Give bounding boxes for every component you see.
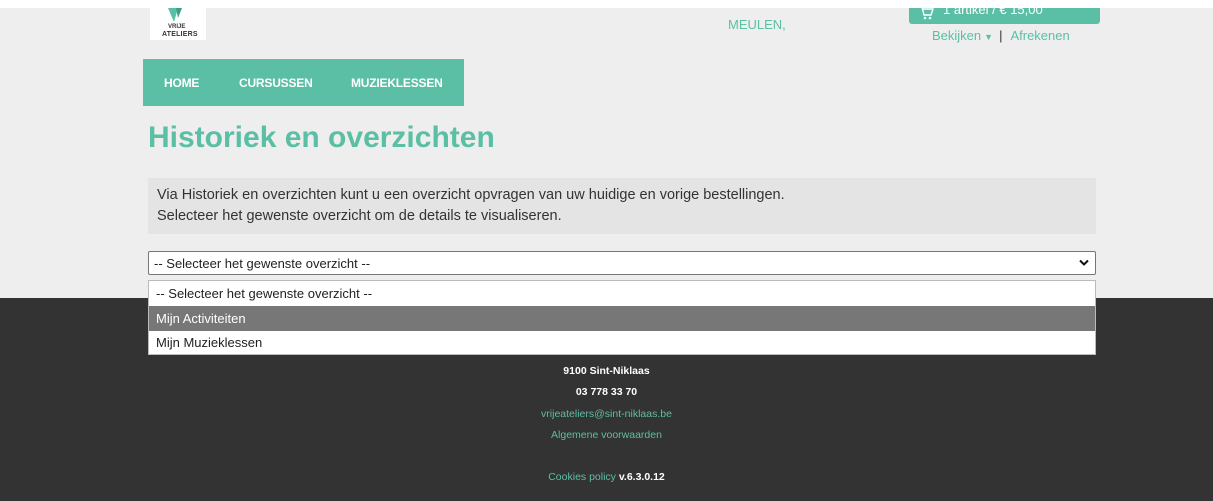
footer-terms-link[interactable]: Algemene voorwaarden xyxy=(0,429,1213,441)
caret-down-icon: ▼ xyxy=(984,32,994,42)
logo-text-line1: VRIJE xyxy=(168,24,186,30)
overview-select-value: -- Selecteer het gewenste overzicht -- xyxy=(154,256,371,271)
chevron-down-icon xyxy=(1079,259,1089,266)
footer-version: v.6.3.0.12 xyxy=(618,471,665,483)
footer-postcode-city: 9100 Sint-Niklaas xyxy=(563,365,650,377)
info-text-line1: Via Historiek en overzichten kunt u een … xyxy=(157,187,785,203)
footer-cookies-link[interactable]: Cookies policy xyxy=(548,471,616,483)
view-cart-label: Bekijken xyxy=(932,28,982,43)
dropdown-option-placeholder[interactable]: -- Selecteer het gewenste overzicht -- xyxy=(149,281,1095,306)
nav-item-muzieklessen[interactable]: MUZIEKLESSEN xyxy=(351,76,443,90)
nav-item-cursussen[interactable]: CURSUSSEN xyxy=(239,76,313,90)
dropdown-option-mijn-muzieklessen[interactable]: Mijn Muzieklessen xyxy=(149,330,1095,355)
site-logo[interactable]: VRIJE ATELIERS xyxy=(150,8,206,40)
cart-links: Bekijken ▼ | Afrekenen xyxy=(932,28,1070,43)
overview-select[interactable]: -- Selecteer het gewenste overzicht -- xyxy=(148,251,1096,275)
footer-email-link[interactable]: vrijeateliers@sint-niklaas.be xyxy=(0,408,1213,420)
footer-cookies-row: Cookies policy v.6.3.0.12 xyxy=(0,471,1213,483)
view-cart-link[interactable]: Bekijken ▼ xyxy=(932,28,993,43)
main-nav: HOME CURSUSSEN MUZIEKLESSEN xyxy=(143,59,464,106)
cart-summary: 1 artikel / € 15,00 xyxy=(943,8,1043,17)
nav-item-home[interactable]: HOME xyxy=(164,76,199,90)
logo-mark-icon xyxy=(168,8,182,22)
dropdown-option-mijn-activiteiten[interactable]: Mijn Activiteiten xyxy=(149,306,1095,331)
cart-button[interactable]: 1 artikel / € 15,00 xyxy=(909,8,1100,24)
shopping-cart-icon xyxy=(921,8,934,20)
page-title: Historiek en overzichten xyxy=(148,121,495,154)
info-box: Via Historiek en overzichten kunt u een … xyxy=(148,178,1096,234)
footer-phone: 03 778 33 70 xyxy=(575,386,638,398)
logo-text-line2: ATELIERS xyxy=(162,31,198,38)
info-text-line2: Selecteer het gewenste overzicht om de d… xyxy=(157,208,562,224)
checkout-link[interactable]: Afrekenen xyxy=(1010,28,1069,43)
overview-dropdown-list: -- Selecteer het gewenste overzicht -- M… xyxy=(148,280,1096,355)
user-name[interactable]: MEULEN, xyxy=(728,17,786,32)
cart-links-separator: | xyxy=(999,28,1003,43)
